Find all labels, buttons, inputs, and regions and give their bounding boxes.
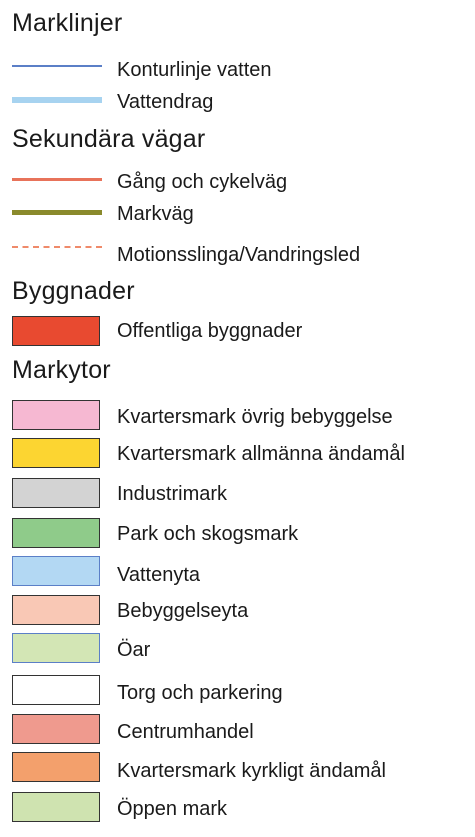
kvartersmark-ovrig-swatch [12,400,100,430]
bebyggelseyta-swatch [12,595,100,625]
motionsslinga-dashed-line-symbol [12,246,102,248]
heading-byggnader: Byggnader [12,277,135,305]
industrimark-swatch [12,478,100,508]
kvartersmark-allmanna-label: Kvartersmark allmänna ändamål [117,443,405,465]
motionsslinga-label: Motionsslinga/Vandringsled [117,244,361,266]
park-och-skogsmark-swatch [12,518,100,548]
offentliga-byggnader-swatch [12,316,100,346]
vattendrag-label: Vattendrag [117,91,214,113]
kvartersmark-allmanna-swatch [12,438,100,468]
vattenyta-label: Vattenyta [117,564,201,586]
oppen-mark-swatch [12,792,100,822]
gang-och-cykelvag-line-symbol [12,178,102,181]
konturlinje-vatten-label: Konturlinje vatten [117,59,272,81]
gang-och-cykelvag-label: Gång och cykelväg [117,171,288,193]
kvartersmark-ovrig-label: Kvartersmark övrig bebyggelse [117,406,393,428]
bebyggelseyta-label: Bebyggelseyta [117,600,249,622]
markvag-label: Markväg [117,203,194,225]
centrumhandel-label: Centrumhandel [117,721,254,743]
offentliga-byggnader-label: Offentliga byggnader [117,320,303,342]
kvartersmark-kyrkligt-label: Kvartersmark kyrkligt ändamål [117,760,386,782]
centrumhandel-swatch [12,714,100,744]
konturlinje-vatten-line-symbol [12,65,102,67]
oar-swatch [12,633,100,663]
oar-label: Öar [117,639,151,661]
heading-markytor: Markytor [12,356,111,384]
markvag-line-symbol [12,210,102,215]
heading-sekundara-vagar: Sekundära vägar [12,125,206,153]
torg-och-parkering-label: Torg och parkering [117,682,283,704]
heading-marklinjer: Marklinjer [12,9,123,37]
vattendrag-line-symbol [12,97,102,103]
oppen-mark-label: Öppen mark [117,798,228,820]
kvartersmark-kyrkligt-swatch [12,752,100,782]
torg-och-parkering-swatch [12,675,100,705]
industrimark-label: Industrimark [117,483,228,505]
park-och-skogsmark-label: Park och skogsmark [117,523,299,545]
vattenyta-swatch [12,556,100,586]
